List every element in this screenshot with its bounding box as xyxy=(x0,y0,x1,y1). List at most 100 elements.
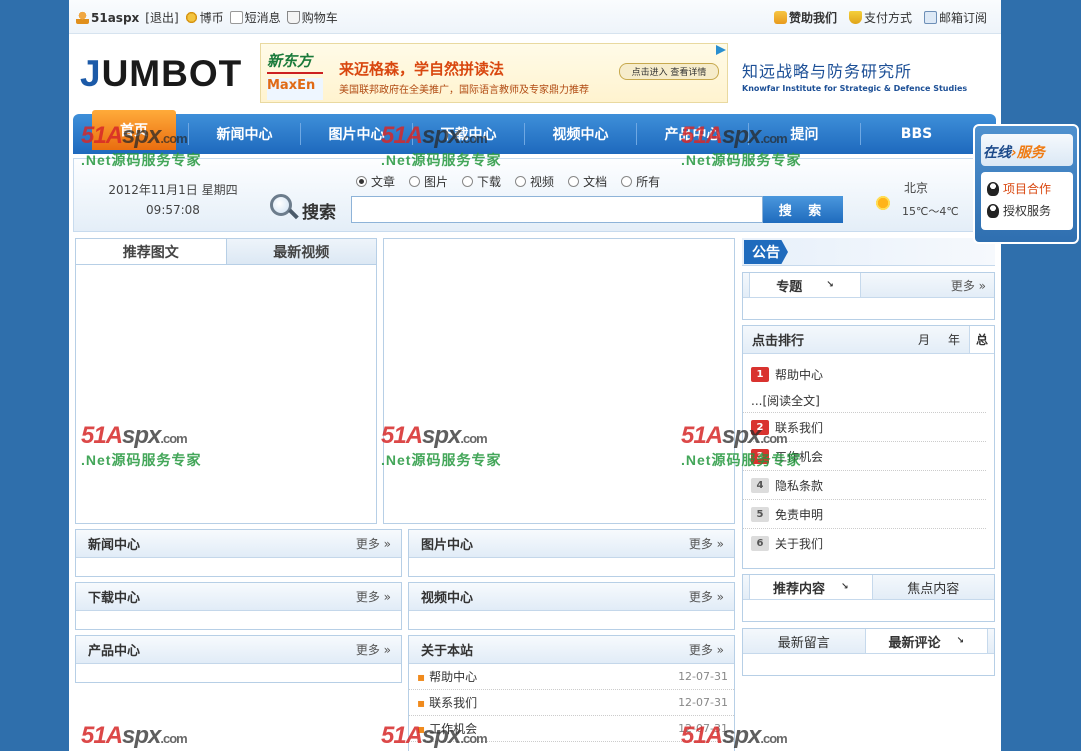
watermark: 51Aspx.com xyxy=(81,722,188,749)
rank-period-total[interactable]: 总 xyxy=(969,326,994,353)
search-label: 搜索 xyxy=(302,203,336,223)
tab-topics[interactable]: 专题 ↘ xyxy=(749,273,861,297)
products-box-title: 产品中心 xyxy=(88,644,141,659)
read-more-link[interactable]: ...[阅读全文] xyxy=(743,389,986,413)
downloads-box-title: 下载中心 xyxy=(88,591,141,606)
recommend-box: 推荐内容 ↘ 焦点内容 xyxy=(742,574,995,622)
banner-headline: 来迈格森，学自然拼读法 xyxy=(339,60,505,78)
list-item[interactable]: ▪ 联系我们 12-07-31 xyxy=(409,690,734,716)
news-more-link[interactable]: 更多 » xyxy=(356,535,391,552)
nav-item-pictures[interactable]: 图片中心 xyxy=(301,114,412,154)
weather-temp: 15℃～4℃ xyxy=(902,205,959,218)
mailbox-icon xyxy=(923,11,937,24)
tab-latest-messages[interactable]: 最新留言 xyxy=(743,629,865,653)
nav-item-videos[interactable]: 视频中心 xyxy=(525,114,636,154)
institute-logo[interactable]: 知远战略与防务研究所 Knowfar Institute for Strateg… xyxy=(742,58,967,93)
main-nav: 首页 新闻中心 图片中心 下载中心 视频中心 产品中心 提问 BBS xyxy=(73,110,996,154)
payment-link[interactable]: 支付方式 xyxy=(864,9,912,26)
notice-bar: 公告 xyxy=(742,238,995,266)
pictures-box-title: 图片中心 xyxy=(421,538,474,553)
news-box-title: 新闻中心 xyxy=(88,538,141,553)
videos-more-link[interactable]: 更多 » xyxy=(689,588,724,605)
about-box: 关于本站 更多 » ▪ 帮助中心 12-07-31 ▪ 联系我们 12-07-31 ▪ 工作… xyxy=(408,635,735,751)
user-icon xyxy=(76,11,89,24)
service-license-link[interactable]: 授权服务 xyxy=(987,202,1051,219)
about-more-link[interactable]: 更多 » xyxy=(689,641,724,658)
envelope-icon xyxy=(229,11,243,24)
topics-more-link[interactable]: 更多 » xyxy=(951,273,986,297)
pictures-box: 图片中心 更多 » xyxy=(408,529,735,577)
sponsor-link[interactable]: 赞助我们 xyxy=(789,9,837,26)
ad-banner[interactable]: 新东方 MaxEn 来迈格森，学自然拼读法 美国联邦政府在全美推广，国际语言教师… xyxy=(260,43,728,103)
rank-period-year[interactable]: 年 xyxy=(939,326,969,353)
qq-icon xyxy=(987,181,999,196)
search-option-articles[interactable]: 文章 xyxy=(356,173,395,190)
username-link[interactable]: 51aspx xyxy=(91,11,139,25)
magnifier-icon xyxy=(268,192,299,222)
sunny-icon xyxy=(874,194,892,212)
rank-item[interactable]: 4 隐私条款 xyxy=(743,471,986,500)
ad-choices-icon[interactable] xyxy=(716,45,726,55)
banner-brand-logo-2: MaxEn xyxy=(267,78,323,100)
search-input[interactable] xyxy=(351,196,763,223)
weather-city: 北京 xyxy=(904,181,929,195)
rank-item[interactable]: 3 工作机会 xyxy=(743,442,986,471)
coin-icon xyxy=(184,11,198,24)
shield-icon xyxy=(848,11,862,24)
about-box-title: 关于本站 xyxy=(421,644,474,659)
pictures-more-link[interactable]: 更多 » xyxy=(689,535,724,552)
banner-cta-button[interactable]: 点击进入 查看详情 xyxy=(619,63,719,80)
list-item[interactable]: ▪ 帮助中心 12-07-31 xyxy=(409,664,734,690)
news-box: 新闻中心 更多 » xyxy=(75,529,402,577)
rank-box: 点击排行 月 年 总 1 帮助中心 ...[阅读全文] 2 联系我们 3 工作机会 4… xyxy=(742,325,995,569)
comments-box: 最新留言 最新评论 ↘ xyxy=(742,628,995,676)
search-option-all[interactable]: 所有 xyxy=(621,173,660,190)
tab-latest-comments[interactable]: 最新评论 ↘ xyxy=(864,629,988,653)
rank-item[interactable]: 1 帮助中心 xyxy=(743,360,986,389)
coins-link[interactable]: 博币 xyxy=(200,9,224,26)
tab-focus-content[interactable]: 焦点内容 xyxy=(873,575,995,599)
logout-link[interactable]: [退出] xyxy=(145,9,178,26)
topics-box: 专题 ↘ 更多 » xyxy=(742,272,995,320)
search-bar: 2012年11月1日 星期四 09:57:08 搜索 文章 图片 下载 视频 文… xyxy=(73,158,996,232)
rank-item[interactable]: 2 联系我们 xyxy=(743,413,986,442)
search-type-options: 文章 图片 下载 视频 文档 所有 xyxy=(356,173,660,190)
search-option-downloads[interactable]: 下载 xyxy=(462,173,501,190)
tab-recommended-content[interactable]: 推荐内容 ↘ xyxy=(749,575,873,599)
tab-latest-videos[interactable]: 最新视频 xyxy=(226,239,376,264)
videos-box: 视频中心 更多 » xyxy=(408,582,735,630)
nav-item-questions[interactable]: 提问 xyxy=(749,114,860,154)
search-option-videos[interactable]: 视频 xyxy=(515,173,554,190)
rank-period-month[interactable]: 月 xyxy=(909,326,939,353)
slideshow-panel xyxy=(383,238,735,524)
search-option-pictures[interactable]: 图片 xyxy=(409,173,448,190)
list-item[interactable]: ▪ 工作机会 12-07-31 xyxy=(409,716,734,742)
videos-box-title: 视频中心 xyxy=(421,591,474,606)
rank-item[interactable]: 6 关于我们 xyxy=(743,529,986,558)
nav-item-bbs[interactable]: BBS xyxy=(861,114,972,154)
notice-label: 公告 xyxy=(744,240,788,264)
online-service-title: 在线›服务 xyxy=(983,145,1045,161)
cart-icon xyxy=(286,11,300,24)
featured-panel: 推荐图文 最新视频 xyxy=(75,238,377,524)
nav-item-home[interactable]: 首页 xyxy=(92,110,176,150)
rank-item[interactable]: 5 免责申明 xyxy=(743,500,986,529)
nav-item-news[interactable]: 新闻中心 xyxy=(189,114,300,154)
products-more-link[interactable]: 更多 » xyxy=(356,641,391,658)
nav-item-downloads[interactable]: 下载中心 xyxy=(413,114,524,154)
thumbs-up-icon xyxy=(773,11,787,24)
search-button[interactable]: 搜 索 xyxy=(763,196,843,223)
tab-recommended[interactable]: 推荐图文 xyxy=(76,239,227,264)
downloads-more-link[interactable]: 更多 » xyxy=(356,588,391,605)
subscribe-link[interactable]: 邮箱订阅 xyxy=(939,9,987,26)
banner-subline: 美国联邦政府在全美推广，国际语言教师及专家鼎力推荐 xyxy=(339,85,589,96)
search-option-documents[interactable]: 文档 xyxy=(568,173,607,190)
downloads-box: 下载中心 更多 » xyxy=(75,582,402,630)
service-project-link[interactable]: 项目合作 xyxy=(987,180,1051,197)
site-logo[interactable]: JUMBOT xyxy=(80,53,242,95)
cart-link[interactable]: 购物车 xyxy=(302,9,338,26)
messages-link[interactable]: 短消息 xyxy=(245,9,281,26)
top-bar: 51aspx [退出] 博币 短消息 购物车 赞助我们 支付方式 邮箱订阅 xyxy=(69,0,1001,34)
nav-item-products[interactable]: 产品中心 xyxy=(637,114,748,154)
header: JUMBOT 新东方 MaxEn 来迈格森，学自然拼读法 美国联邦政府在全美推广… xyxy=(69,35,1001,113)
